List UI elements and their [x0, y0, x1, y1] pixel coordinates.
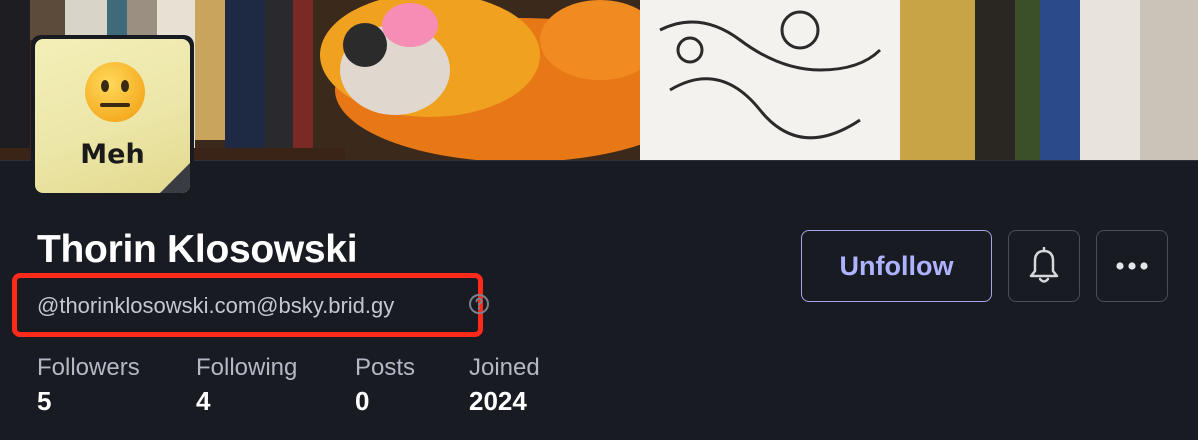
stat-label: Posts	[355, 354, 416, 381]
info-icon[interactable]	[468, 293, 490, 315]
profile-handle: @thorinklosowski.com@bsky.brid.gy	[37, 293, 395, 318]
stat-value: 2024	[469, 386, 527, 416]
bell-icon	[1029, 247, 1059, 283]
neutral-face-icon	[85, 62, 145, 122]
profile-page: Meh Thorin Klosowski @thorinklosowski.co…	[0, 0, 1198, 440]
notification-bell-button[interactable]	[1008, 230, 1080, 302]
avatar[interactable]: Meh	[31, 35, 194, 197]
stat-value: 4	[196, 386, 211, 416]
stat-following[interactable]: Following 4	[196, 352, 297, 418]
avatar-image: Meh	[35, 39, 190, 193]
profile-display-name: Thorin Klosowski	[37, 228, 358, 271]
stat-followers[interactable]: Followers 5	[37, 352, 140, 418]
unfollow-button[interactable]: Unfollow	[801, 230, 992, 302]
stat-label: Following	[196, 354, 298, 381]
handle-highlight-box: @thorinklosowski.com@bsky.brid.gy	[12, 273, 483, 337]
more-options-button[interactable]	[1096, 230, 1168, 302]
handle-row: @thorinklosowski.com@bsky.brid.gy	[12, 268, 483, 342]
more-horizontal-icon	[1116, 262, 1148, 270]
stat-label: Followers	[37, 354, 140, 381]
stat-posts[interactable]: Posts 0	[355, 352, 415, 418]
stat-joined: Joined 2024	[469, 352, 540, 418]
stat-value: 5	[37, 386, 52, 416]
stat-label: Joined	[469, 354, 540, 381]
stat-value: 0	[355, 386, 370, 416]
avatar-corner-fold	[160, 163, 190, 193]
